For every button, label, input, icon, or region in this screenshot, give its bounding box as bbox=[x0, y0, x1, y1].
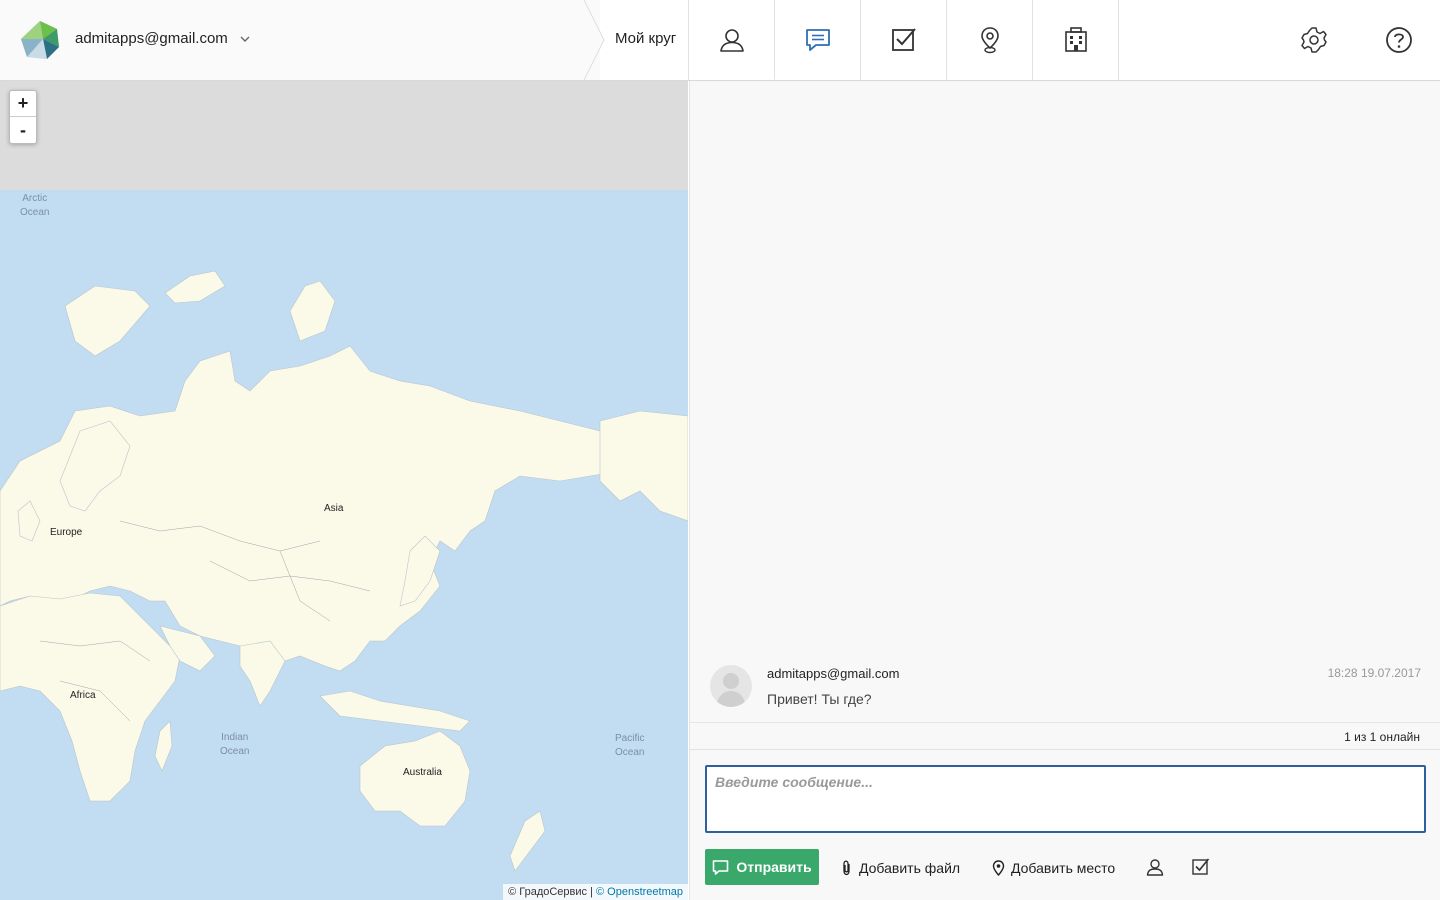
world-map[interactable] bbox=[0, 81, 688, 900]
openstreetmap-link[interactable]: © Openstreetmap bbox=[596, 886, 683, 898]
building-icon bbox=[1064, 27, 1087, 52]
map-attribution: © ГрадоСервис | © Openstreetmap bbox=[503, 884, 688, 900]
tab-divider bbox=[1118, 0, 1119, 80]
composer-divider bbox=[690, 749, 1440, 750]
asia-label: Asia bbox=[324, 503, 344, 514]
map-view[interactable]: + - Arctic Ocean Indian Ocean Pacific Oc… bbox=[0, 81, 688, 900]
message-item: admitapps@gmail.com 18:28 19.07.2017 При… bbox=[690, 659, 1440, 723]
africa-label: Africa bbox=[70, 690, 96, 701]
tab-organizations[interactable] bbox=[1032, 0, 1118, 80]
indian-label-line-1: Indian bbox=[221, 732, 249, 743]
pacific-label-line-2: Ocean bbox=[615, 747, 645, 758]
chat-panel: admitapps@gmail.com 18:28 19.07.2017 При… bbox=[689, 81, 1440, 900]
message-author: admitapps@gmail.com bbox=[767, 666, 900, 681]
madagascar-land bbox=[154, 720, 173, 772]
chat-bubble-icon bbox=[713, 859, 729, 875]
indonesia-land bbox=[319, 690, 471, 732]
user-icon bbox=[719, 29, 744, 52]
australia-label: Australia bbox=[403, 767, 442, 778]
europe-label: Europe bbox=[50, 527, 83, 538]
alaska-land bbox=[599, 410, 688, 522]
account-email: admitapps@gmail.com bbox=[75, 30, 228, 47]
pacific-label-line-1: Pacific bbox=[615, 733, 645, 744]
novaya-zemlya-land bbox=[289, 280, 336, 342]
message-input[interactable] bbox=[705, 765, 1426, 833]
tab-contacts[interactable] bbox=[688, 0, 774, 80]
app-logo-icon bbox=[21, 21, 59, 59]
breadcrumb-my-circle[interactable]: Мой круг bbox=[615, 30, 676, 47]
tab-places[interactable] bbox=[946, 0, 1032, 80]
add-file-button[interactable]: Добавить файл bbox=[839, 857, 960, 879]
add-contact-user-icon[interactable] bbox=[1145, 857, 1165, 877]
tab-chat[interactable] bbox=[774, 0, 860, 80]
add-place-button[interactable]: Добавить место bbox=[991, 857, 1115, 879]
app-header: admitapps@gmail.com Мой круг bbox=[0, 0, 1440, 81]
message-timestamp: 18:28 19.07.2017 bbox=[1327, 666, 1421, 680]
default-avatar-icon bbox=[710, 665, 752, 707]
attribution-text: © ГрадоСервис | bbox=[508, 886, 597, 898]
map-pin-icon bbox=[980, 27, 999, 54]
gear-icon[interactable] bbox=[1300, 26, 1328, 54]
help-icon[interactable] bbox=[1385, 26, 1413, 54]
online-status: 1 из 1 онлайн bbox=[1344, 730, 1420, 744]
zoom-out-button[interactable]: - bbox=[10, 117, 36, 143]
arctic-label-line-2: Ocean bbox=[20, 207, 50, 218]
new-zealand-land bbox=[509, 810, 546, 872]
greenland-land bbox=[64, 285, 151, 357]
zoom-in-button[interactable]: + bbox=[10, 91, 36, 117]
message-text: Привет! Ты где? bbox=[767, 691, 872, 707]
add-file-label: Добавить файл bbox=[859, 860, 961, 876]
arctic-ocean-label: Arctic Ocean bbox=[20, 192, 49, 220]
australia-land bbox=[359, 730, 471, 827]
pacific-ocean-label: Pacific Ocean bbox=[615, 732, 644, 760]
add-task-checkbox-icon[interactable] bbox=[1191, 857, 1211, 877]
add-place-label: Добавить место bbox=[1011, 860, 1116, 876]
tab-tasks[interactable] bbox=[860, 0, 946, 80]
send-button-label: Отправить bbox=[736, 859, 812, 875]
svalbard-land bbox=[164, 270, 226, 304]
paperclip-icon bbox=[843, 860, 850, 876]
map-pin-icon bbox=[992, 860, 1005, 876]
indian-ocean-label: Indian Ocean bbox=[220, 731, 249, 759]
checkbox-icon bbox=[891, 28, 916, 51]
zoom-control: + - bbox=[9, 90, 37, 144]
chevron-down-icon[interactable] bbox=[237, 31, 253, 47]
chat-icon bbox=[805, 28, 830, 51]
indian-label-line-2: Ocean bbox=[220, 746, 250, 757]
arctic-label-line-1: Arctic bbox=[22, 193, 48, 204]
send-button[interactable]: Отправить bbox=[705, 849, 819, 885]
avatar bbox=[710, 665, 752, 707]
breadcrumb-separator bbox=[584, 0, 605, 80]
account-switcher[interactable]: admitapps@gmail.com bbox=[0, 0, 600, 80]
